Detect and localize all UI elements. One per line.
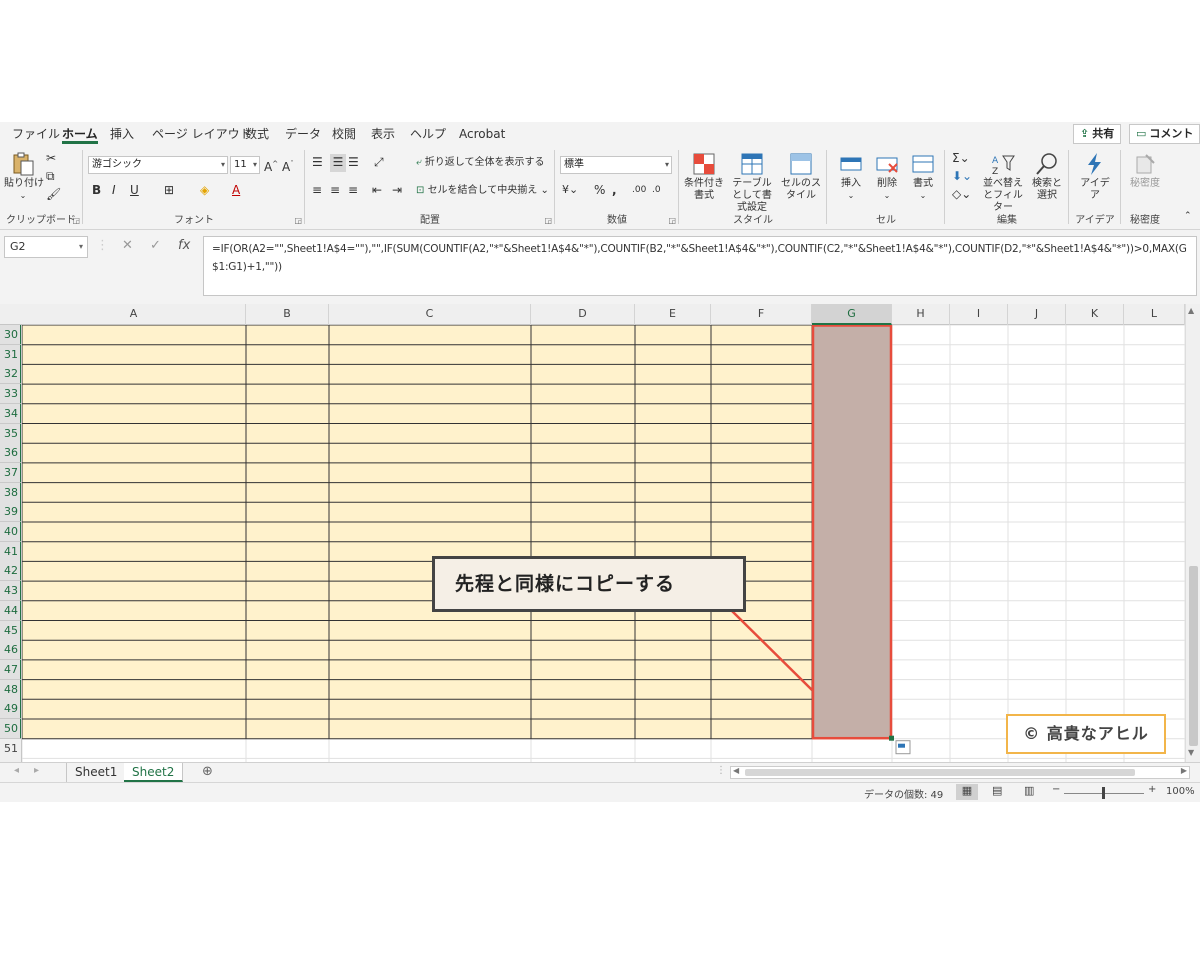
- annotation-overlay: [731, 610, 813, 691]
- callout-pointer-line: [731, 610, 813, 691]
- watermark: © 高貴なアヒル: [1006, 714, 1166, 754]
- callout-box: 先程と同様にコピーする: [432, 556, 746, 612]
